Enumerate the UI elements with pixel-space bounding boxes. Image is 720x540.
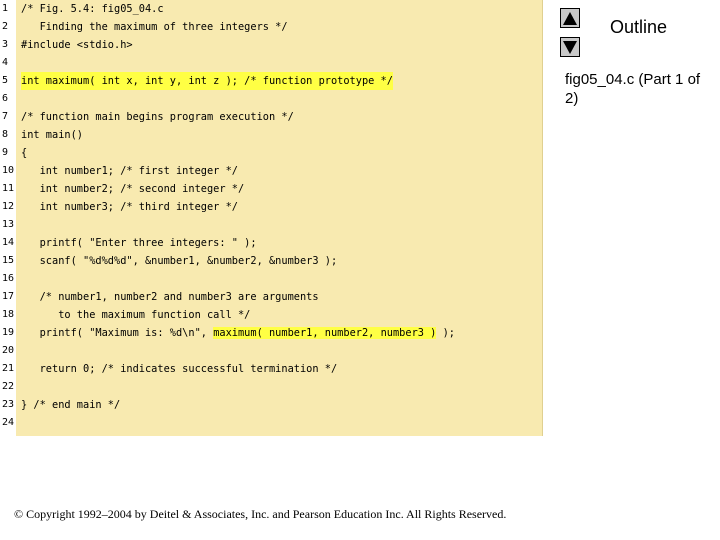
line-number: 16: [2, 273, 15, 284]
line-number: 20: [2, 345, 15, 356]
code-line: 1 /* Fig. 5.4: fig05_04.c: [0, 0, 542, 18]
line-number: 24: [2, 417, 15, 428]
line-number: 8: [2, 129, 9, 140]
line-number: 19: [2, 327, 15, 338]
code-line: 16: [0, 270, 542, 288]
code-text: int number3; /* third integer */: [21, 201, 238, 213]
line-number: 3: [2, 39, 9, 50]
code-line: 8 int main(): [0, 126, 542, 144]
next-slide-button[interactable]: [560, 37, 580, 57]
code-line: 21 return 0; /* indicates successful ter…: [0, 360, 542, 378]
code-text: {: [21, 147, 28, 159]
code-listing-panel: 1 /* Fig. 5.4: fig05_04.c 2 Finding the ma…: [0, 0, 543, 436]
code-line: 17 /* number1, number2 and number3 are a…: [0, 288, 542, 306]
code-text: return 0; /* indicates successful termin…: [21, 363, 338, 375]
code-line: 10 int number1; /* first integer */: [0, 162, 542, 180]
code-text: int number2; /* second integer */: [21, 183, 245, 195]
code-text: /* number1, number2 and number3 are argu…: [21, 291, 319, 303]
line-number: 10: [2, 165, 15, 176]
line-number: 14: [2, 237, 15, 248]
code-line: 22: [0, 378, 542, 396]
code-line: 9{: [0, 144, 542, 162]
line-number: 22: [2, 381, 15, 392]
line-number: 5: [2, 75, 9, 86]
line-number: 17: [2, 291, 15, 302]
copyright-footer: © Copyright 1992–2004 by Deitel & Associ…: [14, 507, 507, 521]
code-line: 14 printf( "Enter three integers: " );: [0, 234, 542, 252]
code-line: 15 scanf( "%d%d%d", &number1, &number2, …: [0, 252, 542, 270]
code-text: #include <stdio.h>: [21, 39, 133, 51]
line-number: 9: [2, 147, 9, 158]
outline-title[interactable]: Outline: [610, 17, 667, 38]
highlighted-call: maximum( number1, number2, number3 ): [213, 327, 437, 339]
line-number: 11: [2, 183, 15, 194]
triangle-up-icon: [563, 11, 577, 25]
code-line: 23 } /* end main */: [0, 396, 542, 414]
code-text: int maximum( int x, int y, int z ); /* f…: [21, 72, 393, 90]
line-number: 1: [2, 3, 9, 14]
code-line: 18 to the maximum function call */: [0, 306, 542, 324]
code-text: printf( "Maximum is: %d\n", maximum( num…: [21, 324, 455, 342]
code-segment: printf( "Maximum is: %d\n",: [21, 327, 214, 339]
code-text: Finding the maximum of three integers */: [21, 21, 288, 33]
code-text: /* function main begins program executio…: [21, 111, 294, 123]
code-segment: );: [436, 327, 455, 339]
code-line: 2 Finding the maximum of three integers …: [0, 18, 542, 36]
code-line: 12 int number3; /* third integer */: [0, 198, 542, 216]
line-number: 23: [2, 399, 15, 410]
code-line: 19 printf( "Maximum is: %d\n", maximum( …: [0, 324, 542, 342]
line-number: 18: [2, 309, 15, 320]
code-line: 5 int maximum( int x, int y, int z ); /* …: [0, 72, 542, 90]
code-text: printf( "Enter three integers: " );: [21, 237, 257, 249]
line-number: 21: [2, 363, 15, 374]
triangle-down-icon: [563, 40, 577, 54]
code-text: } /* end main */: [21, 399, 121, 411]
code-line: 20: [0, 342, 542, 360]
code-text: /* Fig. 5.4: fig05_04.c: [21, 3, 164, 15]
code-line: 6: [0, 90, 542, 108]
code-line: 11 int number2; /* second integer */: [0, 180, 542, 198]
previous-slide-button[interactable]: [560, 8, 580, 28]
code-line: 7 /* function main begins program executi…: [0, 108, 542, 126]
line-number: 15: [2, 255, 15, 266]
code-line: 3 #include <stdio.h>: [0, 36, 542, 54]
code-text: int number1; /* first integer */: [21, 165, 238, 177]
code-line: 24: [0, 414, 542, 432]
line-number: 7: [2, 111, 9, 122]
code-line: 13: [0, 216, 542, 234]
line-number: 6: [2, 93, 9, 104]
code-text: int main(): [21, 129, 83, 141]
line-number: 4: [2, 57, 9, 68]
code-text: scanf( "%d%d%d", &number1, &number2, &nu…: [21, 255, 338, 267]
line-number: 13: [2, 219, 15, 230]
code-line: 4: [0, 54, 542, 72]
file-label: fig05_04.c (Part 1 of 2): [565, 71, 701, 107]
code-text: to the maximum function call */: [21, 309, 251, 321]
line-number: 2: [2, 21, 9, 32]
line-number: 12: [2, 201, 15, 212]
